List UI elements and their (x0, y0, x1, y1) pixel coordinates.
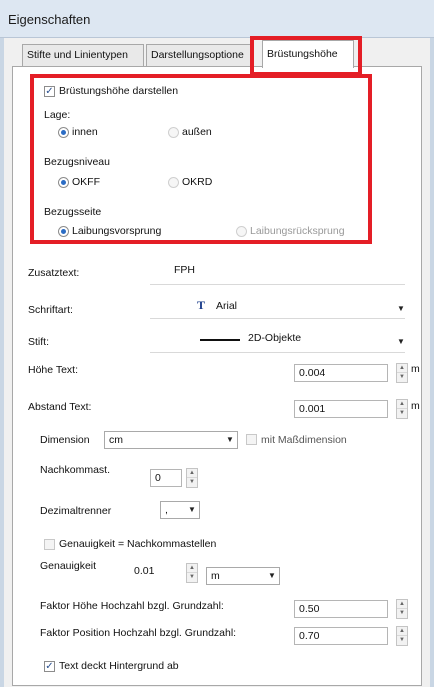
tab-stifte-linientypen[interactable]: Stifte und Linientypen (22, 44, 144, 66)
niveau-okrd-label: OKRD (182, 176, 213, 188)
zusatztext-underline (150, 284, 405, 285)
dimension-value: cm (109, 434, 123, 446)
faktor-hoehe-label: Faktor Höhe Hochzahl bzgl. Grundzahl: (40, 600, 224, 612)
faktor-position-label: Faktor Position Hochzahl bzgl. Grundzahl… (40, 627, 237, 639)
stift-dropdown[interactable]: 2D-Objekte (248, 332, 301, 344)
spin-down-icon[interactable]: ▼ (397, 409, 407, 418)
bezugsniveau-label: Bezugsniveau (44, 156, 110, 168)
abstand-text-unit: m (411, 400, 420, 412)
window-title: Eigenschaften (8, 12, 91, 27)
lage-innen-label: innen (72, 126, 98, 138)
faktor-hoehe-input[interactable]: 0.50 (294, 600, 388, 618)
mass-dimension-checkbox[interactable] (246, 434, 257, 445)
dezimaltrenner-dropdown[interactable]: , ▼ (160, 501, 200, 519)
faktor-position-spinner[interactable]: ▲ ▼ (396, 626, 408, 646)
seite-laibungsvorsprung-label: Laibungsvorsprung (72, 225, 162, 237)
dezimaltrenner-dropdown-arrow-icon[interactable]: ▼ (188, 505, 196, 514)
window-frame-left (0, 38, 4, 687)
tab-label: Darstellungsoptione (151, 49, 244, 61)
genauigkeit-spinner[interactable]: ▲ ▼ (186, 563, 198, 583)
schriftart-label: Schriftart: (28, 304, 73, 316)
checkmark-icon: ✓ (45, 661, 54, 672)
dimension-label: Dimension (40, 434, 90, 446)
spin-up-icon[interactable]: ▲ (187, 564, 197, 573)
window-frame-right (430, 38, 434, 687)
spin-down-icon[interactable]: ▼ (187, 573, 197, 582)
seite-laibungsruecksprung-label: Laibungsrücksprung (250, 225, 345, 237)
spin-up-icon[interactable]: ▲ (397, 400, 407, 409)
genauigkeit-unit-dropdown[interactable]: m ▼ (206, 567, 280, 585)
lage-aussen-label: außen (182, 126, 212, 138)
stift-label: Stift: (28, 336, 50, 348)
dezimaltrenner-value: , (165, 504, 168, 516)
nachkommast-label: Nachkommast. (40, 464, 111, 476)
checkmark-icon: ✓ (45, 86, 54, 97)
dimension-dropdown-arrow-icon[interactable]: ▼ (226, 435, 234, 444)
spin-up-icon[interactable]: ▲ (397, 627, 407, 636)
hoehe-text-unit: m (411, 363, 420, 375)
text-deckt-hintergrund-label: Text deckt Hintergrund ab (59, 660, 179, 672)
niveau-okff-radio[interactable] (58, 177, 69, 188)
stift-dropdown-arrow-icon[interactable]: ▼ (397, 337, 405, 346)
seite-laibungsruecksprung-radio[interactable] (236, 226, 247, 237)
font-type-icon: T (197, 298, 206, 312)
genauigkeit-input[interactable]: 0.01 (134, 565, 154, 577)
mass-dimension-label: mit Maßdimension (261, 434, 347, 446)
genauigkeit-unit-dropdown-arrow-icon[interactable]: ▼ (268, 571, 276, 580)
bezugsseite-label: Bezugsseite (44, 206, 102, 218)
faktor-position-input[interactable]: 0.70 (294, 627, 388, 645)
spin-up-icon[interactable]: ▲ (397, 600, 407, 609)
spin-down-icon[interactable]: ▼ (187, 478, 197, 487)
spin-down-icon[interactable]: ▼ (397, 609, 407, 618)
tab-darstellungsoptionen[interactable]: Darstellungsoptione (146, 44, 252, 66)
hoehe-text-spinner[interactable]: ▲ ▼ (396, 363, 408, 383)
zusatztext-label: Zusatztext: (28, 267, 80, 279)
spin-up-icon[interactable]: ▲ (397, 364, 407, 373)
schriftart-dropdown[interactable]: Arial (216, 300, 237, 312)
hoehe-text-input[interactable]: 0.004 (294, 364, 388, 382)
zusatztext-input[interactable]: FPH (174, 264, 195, 276)
seite-laibungsvorsprung-radio[interactable] (58, 226, 69, 237)
lage-innen-radio[interactable] (58, 127, 69, 138)
nachkommast-input[interactable]: 0 (150, 469, 182, 487)
spin-up-icon[interactable]: ▲ (187, 469, 197, 478)
stift-line-sample-icon (200, 339, 240, 341)
schriftart-underline (150, 318, 405, 319)
schriftart-dropdown-arrow-icon[interactable]: ▼ (397, 304, 405, 313)
hoehe-text-label: Höhe Text: (28, 364, 79, 376)
lage-aussen-radio[interactable] (168, 127, 179, 138)
text-deckt-hintergrund-checkbox[interactable]: ✓ (44, 661, 55, 672)
nachkommast-spinner[interactable]: ▲ ▼ (186, 468, 198, 488)
abstand-text-label: Abstand Text: (28, 401, 92, 413)
tab-bruestungshoehe[interactable]: Brüstungshöhe (262, 40, 354, 68)
genauigkeit-unit-value: m (211, 570, 220, 582)
genauigkeit-label: Genauigkeit (40, 560, 97, 572)
faktor-hoehe-spinner[interactable]: ▲ ▼ (396, 599, 408, 619)
show-bruestungshoehe-checkbox[interactable]: ✓ (44, 86, 55, 97)
dimension-dropdown[interactable]: cm ▼ (104, 431, 238, 449)
genauigkeit-nachkomma-checkbox[interactable] (44, 539, 55, 550)
stift-underline (150, 352, 405, 353)
niveau-okff-label: OKFF (72, 176, 100, 188)
lage-label: Lage: (44, 109, 71, 121)
spin-down-icon[interactable]: ▼ (397, 636, 407, 645)
genauigkeit-nachkomma-label: Genauigkeit = Nachkommastellen (59, 538, 217, 550)
tab-label: Stifte und Linientypen (27, 49, 128, 61)
abstand-text-spinner[interactable]: ▲ ▼ (396, 399, 408, 419)
dezimaltrenner-label: Dezimaltrenner (40, 505, 112, 517)
tab-label: Brüstungshöhe (267, 48, 338, 60)
spin-down-icon[interactable]: ▼ (397, 373, 407, 382)
abstand-text-input[interactable]: 0.001 (294, 400, 388, 418)
niveau-okrd-radio[interactable] (168, 177, 179, 188)
show-bruestungshoehe-label: Brüstungshöhe darstellen (59, 85, 179, 97)
